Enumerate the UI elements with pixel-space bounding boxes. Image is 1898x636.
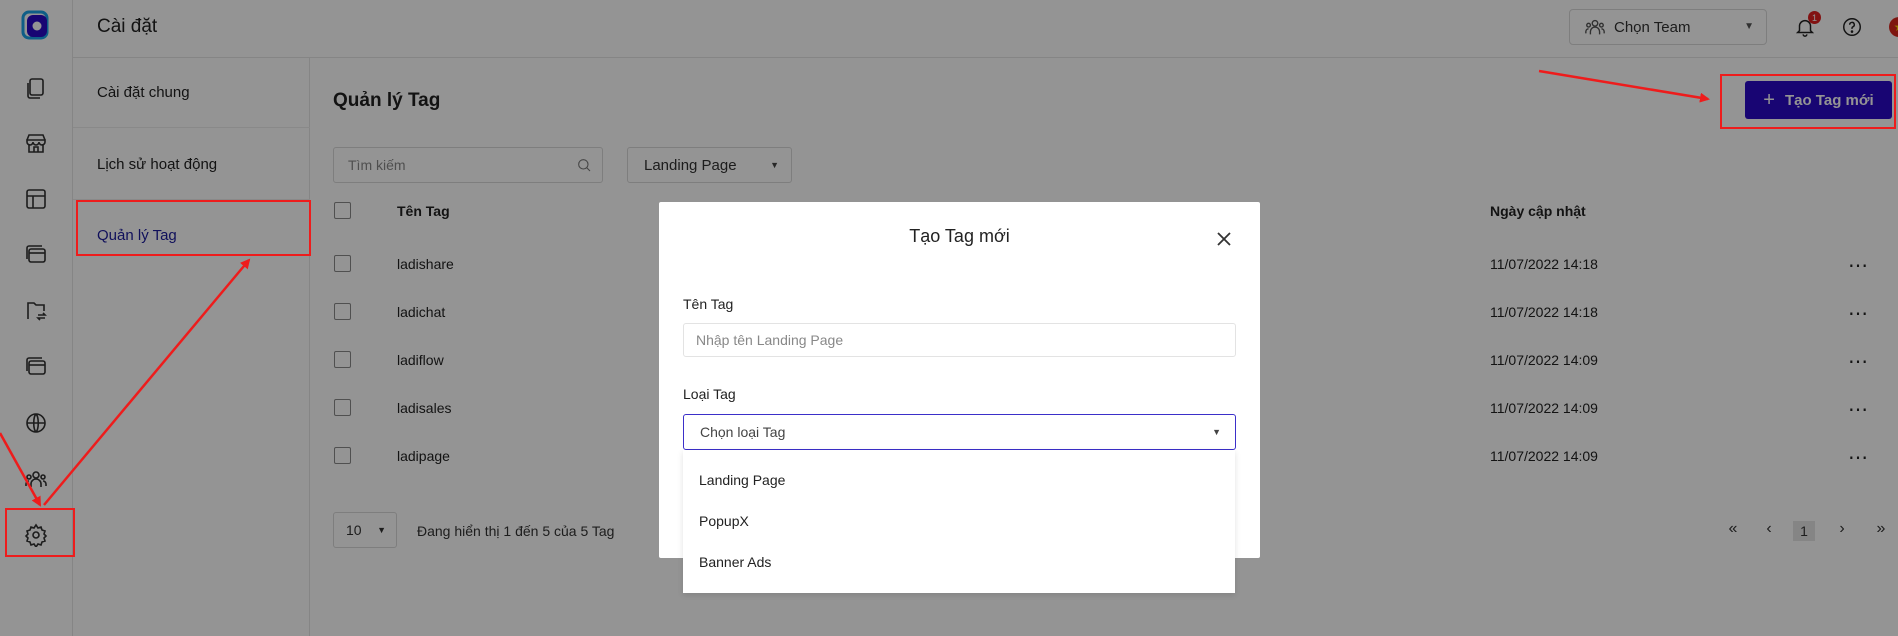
dropdown-option-landing-page[interactable]: Landing Page: [699, 472, 785, 488]
close-icon[interactable]: [1216, 231, 1232, 247]
tag-type-dropdown: Landing Page PopupX Banner Ads: [683, 450, 1235, 593]
tag-name-input[interactable]: Nhập tên Landing Page: [683, 323, 1236, 357]
tag-name-label: Tên Tag: [683, 296, 734, 312]
app-root: Cài đặt Chọn Team ▼ 1 ★ Cài đặt chung Lị…: [0, 0, 1898, 636]
chevron-down-icon: ▼: [1212, 427, 1221, 437]
dropdown-option-popupx[interactable]: PopupX: [699, 513, 749, 529]
dropdown-option-banner-ads[interactable]: Banner Ads: [699, 554, 771, 570]
annotation-box-create-button: [1720, 74, 1896, 129]
tag-type-select[interactable]: Chọn loại Tag ▼: [683, 414, 1236, 450]
annotation-box-settings: [5, 508, 75, 557]
modal-title: Tạo Tag mới: [909, 226, 1010, 246]
tag-type-label: Loại Tag: [683, 386, 736, 402]
tag-name-placeholder: Nhập tên Landing Page: [696, 332, 844, 348]
tag-type-placeholder: Chọn loại Tag: [700, 424, 786, 440]
annotation-box-tag-nav: [76, 200, 311, 256]
